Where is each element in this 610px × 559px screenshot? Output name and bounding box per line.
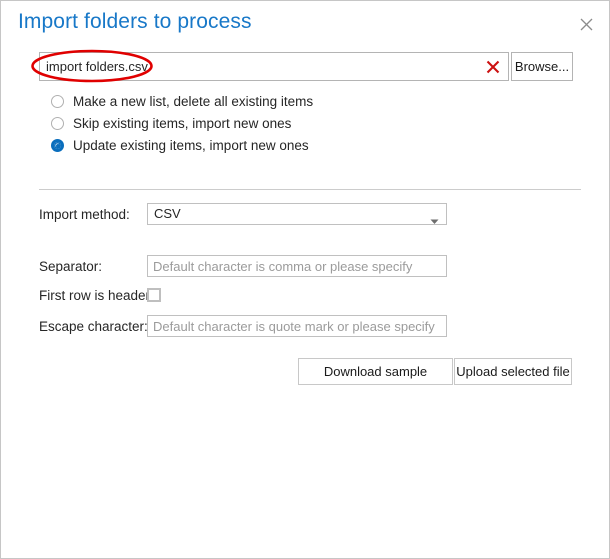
- first-row-header-checkbox[interactable]: [147, 288, 161, 302]
- escape-character-input[interactable]: [147, 315, 447, 337]
- radio-label: Update existing items, import new ones: [73, 138, 309, 153]
- radio-skip-existing[interactable]: Skip existing items, import new ones: [51, 113, 313, 134]
- file-path-input[interactable]: [40, 53, 480, 80]
- radio-make-new-list[interactable]: Make a new list, delete all existing ite…: [51, 91, 313, 112]
- dialog-title: Import folders to process: [18, 10, 252, 33]
- radio-mark: [51, 95, 64, 108]
- chevron-down-icon: [430, 212, 439, 230]
- import-folders-dialog: Import folders to process Browse... Make…: [0, 0, 610, 559]
- import-mode-radio-group: Make a new list, delete all existing ite…: [51, 91, 313, 157]
- separator-label: Separator:: [39, 259, 103, 274]
- import-method-select[interactable]: CSV: [147, 203, 447, 225]
- download-sample-button[interactable]: Download sample: [298, 358, 453, 385]
- radio-mark: [51, 117, 64, 130]
- clear-x-icon[interactable]: [484, 58, 502, 76]
- file-path-field-wrapper: [39, 52, 509, 81]
- escape-character-label: Escape character:: [39, 319, 148, 334]
- close-icon[interactable]: [571, 11, 601, 37]
- file-selection-row: Browse...: [39, 52, 573, 81]
- first-row-header-label: First row is header:: [39, 288, 154, 303]
- radio-label: Make a new list, delete all existing ite…: [73, 94, 314, 109]
- radio-mark: [51, 139, 64, 152]
- import-method-label: Import method:: [39, 207, 130, 222]
- import-method-value: CSV: [154, 206, 181, 221]
- browse-button[interactable]: Browse...: [511, 52, 573, 81]
- radio-label: Skip existing items, import new ones: [73, 116, 292, 131]
- section-divider: [39, 189, 581, 190]
- upload-selected-file-button[interactable]: Upload selected file: [454, 358, 572, 385]
- separator-input[interactable]: [147, 255, 447, 277]
- radio-update-existing[interactable]: Update existing items, import new ones: [51, 135, 313, 156]
